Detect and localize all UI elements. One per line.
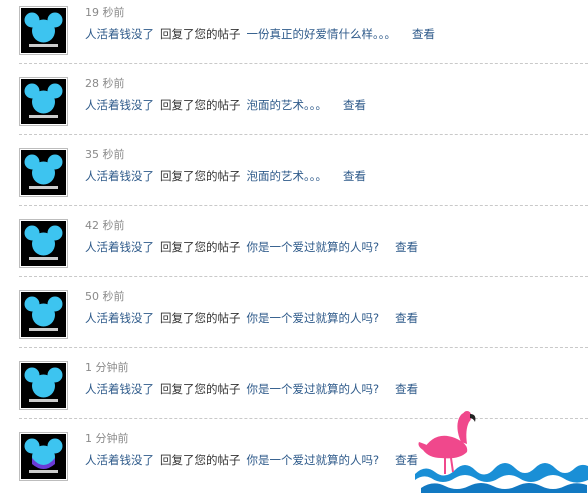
user-link[interactable]: 人活着钱没了 xyxy=(85,27,154,41)
list-item: 50 秒前 人活着钱没了 回复了您的帖子 你是一个爱过就算的人吗? 查看 xyxy=(0,284,588,355)
mickey-ears-icon xyxy=(21,79,66,124)
divider xyxy=(19,134,588,135)
action-text: 回复了您的帖子 xyxy=(160,240,241,254)
timestamp: 35 秒前 xyxy=(85,148,125,161)
timestamp: 28 秒前 xyxy=(85,77,125,90)
view-link[interactable]: 查看 xyxy=(395,311,418,325)
avatar[interactable] xyxy=(19,290,68,339)
divider xyxy=(19,205,588,206)
post-link[interactable]: 一份真正的好爱情什么样。。。 xyxy=(247,27,397,41)
list-item: 42 秒前 人活着钱没了 回复了您的帖子 你是一个爱过就算的人吗? 查看 xyxy=(0,213,588,284)
view-link[interactable]: 查看 xyxy=(343,98,366,112)
activity-line: 人活着钱没了 回复了您的帖子 你是一个爱过就算的人吗? 查看 xyxy=(85,452,418,468)
view-link[interactable]: 查看 xyxy=(395,382,418,396)
list-item: 28 秒前 人活着钱没了 回复了您的帖子 泡面的艺术。。。 查看 xyxy=(0,71,588,142)
timestamp: 1 分钟前 xyxy=(85,361,129,374)
timestamp: 19 秒前 xyxy=(85,6,125,19)
notification-feed: 19 秒前 人活着钱没了 回复了您的帖子 一份真正的好爱情什么样。。。 查看 28 秒… xyxy=(0,0,588,493)
activity-line: 人活着钱没了 回复了您的帖子 泡面的艺术。。。 查看 xyxy=(85,97,366,113)
mickey-ears-icon xyxy=(21,8,66,53)
view-link[interactable]: 查看 xyxy=(343,169,366,183)
timestamp: 42 秒前 xyxy=(85,219,125,232)
user-link[interactable]: 人活着钱没了 xyxy=(85,98,154,112)
activity-line: 人活着钱没了 回复了您的帖子 你是一个爱过就算的人吗? 查看 xyxy=(85,381,418,397)
mickey-ears-icon xyxy=(21,292,66,337)
avatar[interactable] xyxy=(19,219,68,268)
user-link[interactable]: 人活着钱没了 xyxy=(85,311,154,325)
post-link[interactable]: 你是一个爱过就算的人吗? xyxy=(247,382,380,396)
post-link[interactable]: 你是一个爱过就算的人吗? xyxy=(247,240,380,254)
action-text: 回复了您的帖子 xyxy=(160,382,241,396)
post-link[interactable]: 泡面的艺术。。。 xyxy=(247,169,328,183)
user-link[interactable]: 人活着钱没了 xyxy=(85,382,154,396)
mickey-ears-icon xyxy=(21,221,66,266)
action-text: 回复了您的帖子 xyxy=(160,27,241,41)
post-link[interactable]: 你是一个爱过就算的人吗? xyxy=(247,453,380,467)
avatar[interactable] xyxy=(19,361,68,410)
activity-line: 人活着钱没了 回复了您的帖子 你是一个爱过就算的人吗? 查看 xyxy=(85,310,418,326)
action-text: 回复了您的帖子 xyxy=(160,169,241,183)
avatar[interactable] xyxy=(19,77,68,126)
view-link[interactable]: 查看 xyxy=(395,240,418,254)
divider xyxy=(19,276,588,277)
mickey-ears-icon xyxy=(21,150,66,195)
mickey-ears-icon xyxy=(21,434,66,479)
action-text: 回复了您的帖子 xyxy=(160,453,241,467)
post-link[interactable]: 你是一个爱过就算的人吗? xyxy=(247,311,380,325)
user-link[interactable]: 人活着钱没了 xyxy=(85,453,154,467)
user-link[interactable]: 人活着钱没了 xyxy=(85,240,154,254)
action-text: 回复了您的帖子 xyxy=(160,98,241,112)
flamingo-waves-icon xyxy=(415,411,588,493)
activity-line: 人活着钱没了 回复了您的帖子 一份真正的好爱情什么样。。。 查看 xyxy=(85,26,435,42)
timestamp: 50 秒前 xyxy=(85,290,125,303)
avatar[interactable] xyxy=(19,432,68,481)
action-text: 回复了您的帖子 xyxy=(160,311,241,325)
divider xyxy=(19,347,588,348)
user-link[interactable]: 人活着钱没了 xyxy=(85,169,154,183)
activity-line: 人活着钱没了 回复了您的帖子 你是一个爱过就算的人吗? 查看 xyxy=(85,239,418,255)
avatar[interactable] xyxy=(19,148,68,197)
avatar[interactable] xyxy=(19,6,68,55)
post-link[interactable]: 泡面的艺术。。。 xyxy=(247,98,328,112)
activity-line: 人活着钱没了 回复了您的帖子 泡面的艺术。。。 查看 xyxy=(85,168,366,184)
list-item: 35 秒前 人活着钱没了 回复了您的帖子 泡面的艺术。。。 查看 xyxy=(0,142,588,213)
view-link[interactable]: 查看 xyxy=(412,27,435,41)
divider xyxy=(19,63,588,64)
list-item: 19 秒前 人活着钱没了 回复了您的帖子 一份真正的好爱情什么样。。。 查看 xyxy=(0,0,588,71)
timestamp: 1 分钟前 xyxy=(85,432,129,445)
mickey-ears-icon xyxy=(21,363,66,408)
